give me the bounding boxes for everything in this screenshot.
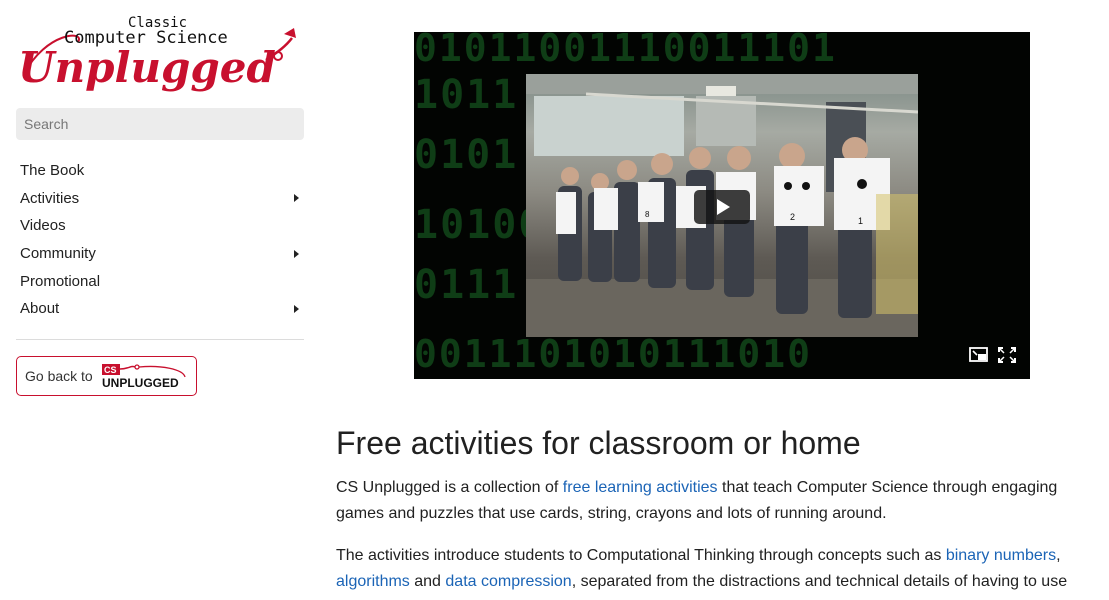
data-compression-link[interactable]: data compression <box>445 573 571 590</box>
picture-in-picture-icon[interactable] <box>969 346 989 364</box>
intro-paragraph: CS Unplugged is a collection of free lea… <box>336 475 1109 527</box>
site-logo[interactable]: Classic Computer Science Unplugged <box>16 12 306 96</box>
nav-item-label: Activities <box>20 189 80 207</box>
play-button[interactable] <box>694 190 750 224</box>
sidebar-divider <box>16 339 304 340</box>
video-player[interactable]: 01011001110011101 1011 1000110101001 010… <box>414 32 1030 379</box>
sidebar-nav: The Book Activities Videos Community Pro… <box>16 157 304 323</box>
logo-unplugged-text: Unplugged <box>18 43 276 92</box>
card-number-label: 1 <box>858 216 863 226</box>
paragraph-text: , <box>1056 547 1061 564</box>
search-input[interactable] <box>16 108 304 140</box>
page-heading: Free activities for classroom or home <box>336 425 861 461</box>
nav-item-label: Community <box>20 245 96 263</box>
go-back-label: Go back to <box>25 368 93 384</box>
svg-text:CS: CS <box>104 365 117 375</box>
binary-backdrop-row: 01011001110011101 <box>414 32 837 70</box>
nav-item-promotional[interactable]: Promotional <box>16 267 304 295</box>
concepts-paragraph: The activities introduce students to Com… <box>336 543 1109 595</box>
svg-text:UNPLUGGED: UNPLUGGED <box>102 376 179 389</box>
nav-item-the-book[interactable]: The Book <box>16 157 304 185</box>
binary-numbers-link[interactable]: binary numbers <box>946 547 1056 564</box>
nav-item-videos[interactable]: Videos <box>16 212 304 240</box>
paragraph-text: , separated from the distractions and te… <box>571 573 1068 590</box>
caret-right-icon[interactable] <box>294 194 299 203</box>
nav-item-label: Promotional <box>20 272 101 290</box>
cs-unplugged-logo-icon: CS UNPLUGGED <box>101 364 186 389</box>
free-learning-activities-link[interactable]: free learning activities <box>563 479 718 496</box>
caret-right-icon[interactable] <box>294 304 299 313</box>
paragraph-text: and <box>409 573 446 590</box>
go-back-button[interactable]: Go back to CS UNPLUGGED <box>16 356 197 396</box>
fullscreen-icon[interactable] <box>997 346 1017 364</box>
card-number-label: 8 <box>645 210 650 219</box>
paragraph-text: CS Unplugged is a collection of <box>336 479 563 496</box>
nav-item-community[interactable]: Community <box>16 240 304 268</box>
nav-item-label: About <box>20 300 60 318</box>
nav-item-about[interactable]: About <box>16 295 304 323</box>
binary-backdrop-row: 0011101010111010 <box>414 332 813 376</box>
nav-item-activities[interactable]: Activities <box>16 185 304 213</box>
nav-item-label: Videos <box>20 217 66 235</box>
paragraph-text: The activities introduce students to Com… <box>336 547 946 564</box>
caret-right-icon[interactable] <box>294 249 299 258</box>
algorithms-link[interactable]: algorithms <box>336 573 410 590</box>
nav-item-label: The Book <box>20 162 85 180</box>
card-number-label: 2 <box>790 212 795 222</box>
play-icon <box>717 199 730 215</box>
